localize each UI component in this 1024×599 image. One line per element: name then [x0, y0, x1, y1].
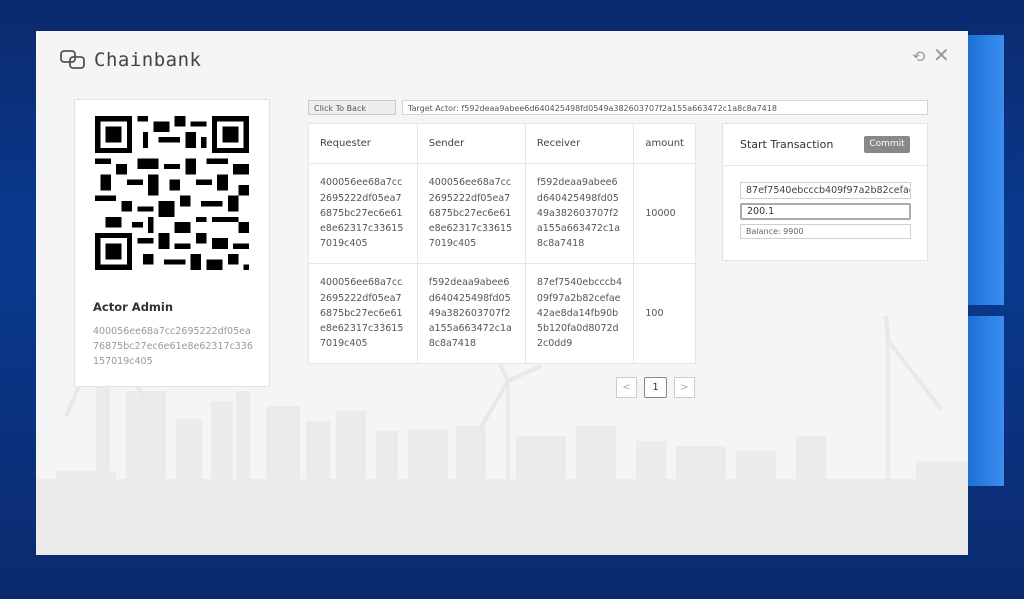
transaction-panel: Start Transaction Commit 87ef7540ebcccb4…	[722, 123, 928, 261]
receiver-input[interactable]: 87ef7540ebcccb409f97a2b82cefae4	[740, 182, 911, 199]
col-receiver: Receiver	[524, 123, 635, 164]
cell-amount: 100	[633, 263, 696, 364]
actor-id: 400056ee68a7cc2695222df05ea76875bc27ec6e…	[93, 326, 253, 367]
cell-sender: 400056ee68a7cc2695222df05ea76875bc27ec6e…	[416, 163, 526, 264]
table-header-row: Requester Sender Receiver amount	[308, 123, 696, 164]
transaction-table: Requester Sender Receiver amount 400056e…	[308, 123, 696, 364]
close-icon[interactable]: ✕	[933, 43, 950, 67]
transaction-title: Start Transaction	[740, 138, 834, 151]
cell-receiver: 87ef7540ebcccb409f97a2b82cefae42ae8da14f…	[524, 263, 635, 364]
refresh-icon[interactable]: ⟲	[912, 47, 925, 66]
desktop-wallpaper-pane	[968, 316, 1004, 486]
col-amount: amount	[633, 123, 696, 164]
app-window: Chainbank ⟲ ✕ Actor Admin 400056ee68a7cc…	[36, 31, 968, 555]
page-1-button[interactable]: 1	[644, 377, 667, 398]
cell-receiver: f592deaa9abee6d640425498fd0549a382603707…	[524, 163, 635, 264]
desktop-wallpaper-pane	[968, 35, 1004, 305]
brand: Chainbank	[60, 49, 201, 71]
target-actor-field: Target Actor: f592deaa9abee6d640425498fd…	[402, 100, 928, 115]
col-sender: Sender	[416, 123, 526, 164]
balance-field: Balance: 9900	[740, 224, 911, 239]
actor-title: Actor Admin	[93, 300, 174, 314]
qr-code	[95, 116, 249, 270]
chain-link-icon	[60, 50, 85, 69]
back-button[interactable]: Click To Back	[308, 100, 396, 115]
actor-card: Actor Admin 400056ee68a7cc2695222df05ea7…	[74, 99, 270, 387]
amount-input[interactable]: 200.1	[740, 203, 911, 220]
cell-requester: 400056ee68a7cc2695222df05ea76875bc27ec6e…	[308, 263, 418, 364]
prev-page-button[interactable]: <	[616, 377, 637, 398]
table-row: 400056ee68a7cc2695222df05ea76875bc27ec6e…	[308, 263, 696, 364]
cell-sender: f592deaa9abee6d640425498fd0549a382603707…	[416, 263, 526, 364]
commit-button[interactable]: Commit	[864, 136, 910, 153]
cell-amount: 10000	[633, 163, 696, 264]
col-requester: Requester	[308, 123, 418, 164]
cell-requester: 400056ee68a7cc2695222df05ea76875bc27ec6e…	[308, 163, 418, 264]
next-page-button[interactable]: >	[674, 377, 695, 398]
transaction-header: Start Transaction Commit	[723, 124, 927, 166]
table-row: 400056ee68a7cc2695222df05ea76875bc27ec6e…	[308, 163, 696, 264]
app-title: Chainbank	[94, 49, 202, 71]
